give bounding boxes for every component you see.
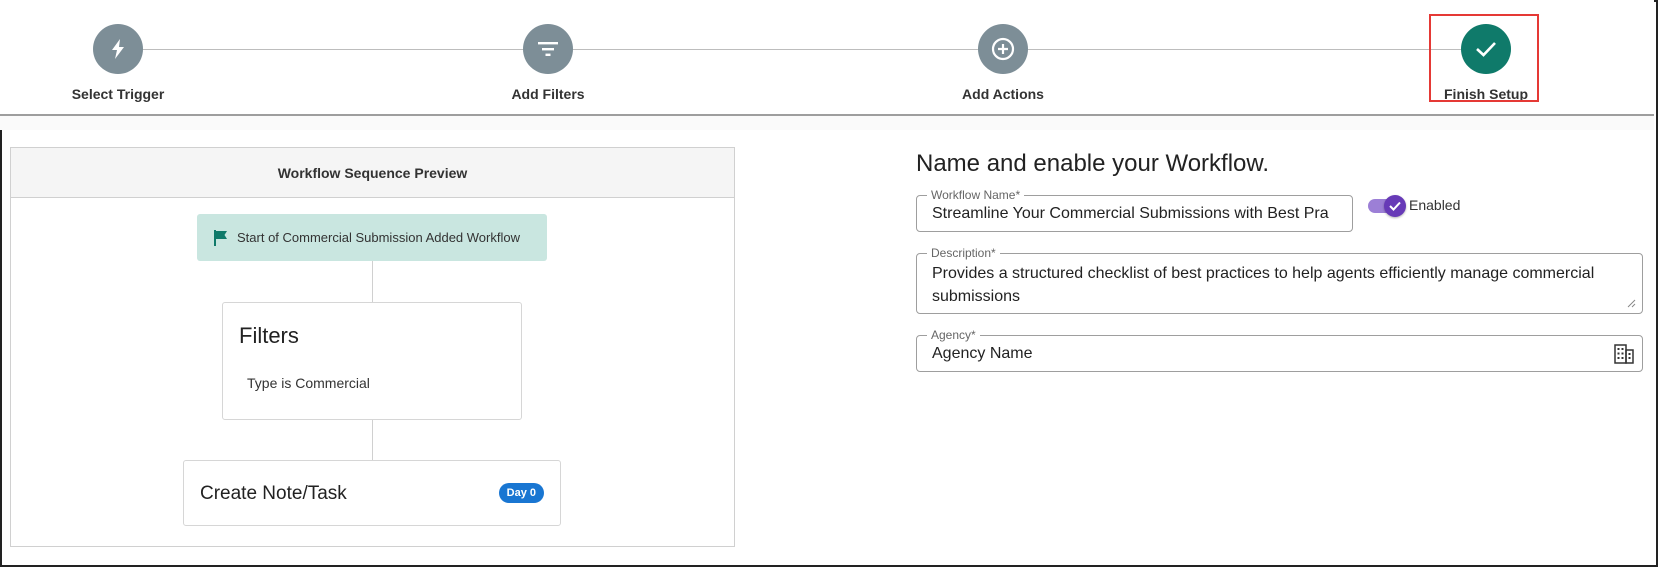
action-title: Create Note/Task [200,483,347,504]
description-label: Description* [927,246,1000,260]
flow-connector [372,261,373,302]
start-node[interactable]: Start of Commercial Submission Added Wor… [197,214,547,261]
workflow-sequence-preview: Workflow Sequence Preview Start of Comme… [10,147,735,547]
action-node-create-note-task[interactable]: Create Note/Task Day 0 [183,460,561,526]
start-node-label: Start of Commercial Submission Added Wor… [237,230,520,245]
plus-circle-icon [978,24,1028,74]
flow-connector [372,420,373,460]
description-input[interactable]: Provides a structured checklist of best … [932,262,1622,308]
step-label: Add Actions [962,86,1044,102]
building-icon[interactable] [1614,344,1634,364]
filter-icon [523,24,573,74]
step-label: Select Trigger [71,86,165,102]
workflow-name-input[interactable]: Streamline Your Commercial Submissions w… [932,205,1342,223]
day-badge: Day 0 [498,483,544,503]
check-icon [1384,195,1406,217]
subheader-bar [0,116,1654,130]
workflow-name-label: Workflow Name* [927,188,1025,202]
agency-field[interactable]: Agency* Agency Name [916,328,1643,372]
step-select-trigger[interactable]: Select Trigger [38,24,198,102]
workflow-stepper: Select Trigger Add Filters Add Actions F… [0,0,1654,114]
stepper-connector-line [124,49,1478,50]
agency-label: Agency* [927,328,980,342]
filter-condition: Type is Commercial [247,375,370,391]
workflow-name-field[interactable]: Workflow Name* Streamline Your Commercia… [916,188,1353,232]
step-add-filters[interactable]: Add Filters [468,24,628,102]
enabled-label: Enabled [1409,197,1461,213]
lightning-icon [93,24,143,74]
resize-grip-icon[interactable] [1626,298,1636,308]
step-add-actions[interactable]: Add Actions [923,24,1083,102]
filters-title: Filters [239,323,299,348]
description-field[interactable]: Description* Provides a structured check… [916,246,1643,314]
agency-input[interactable]: Agency Name [932,345,1033,363]
flag-icon [214,229,227,246]
form-title: Name and enable your Workflow. [916,150,1270,177]
current-step-highlight [1429,14,1539,102]
enabled-toggle[interactable] [1368,195,1406,217]
filters-node[interactable]: Filters Type is Commercial [222,302,522,420]
preview-header: Workflow Sequence Preview [11,148,734,198]
step-label: Add Filters [511,86,585,102]
